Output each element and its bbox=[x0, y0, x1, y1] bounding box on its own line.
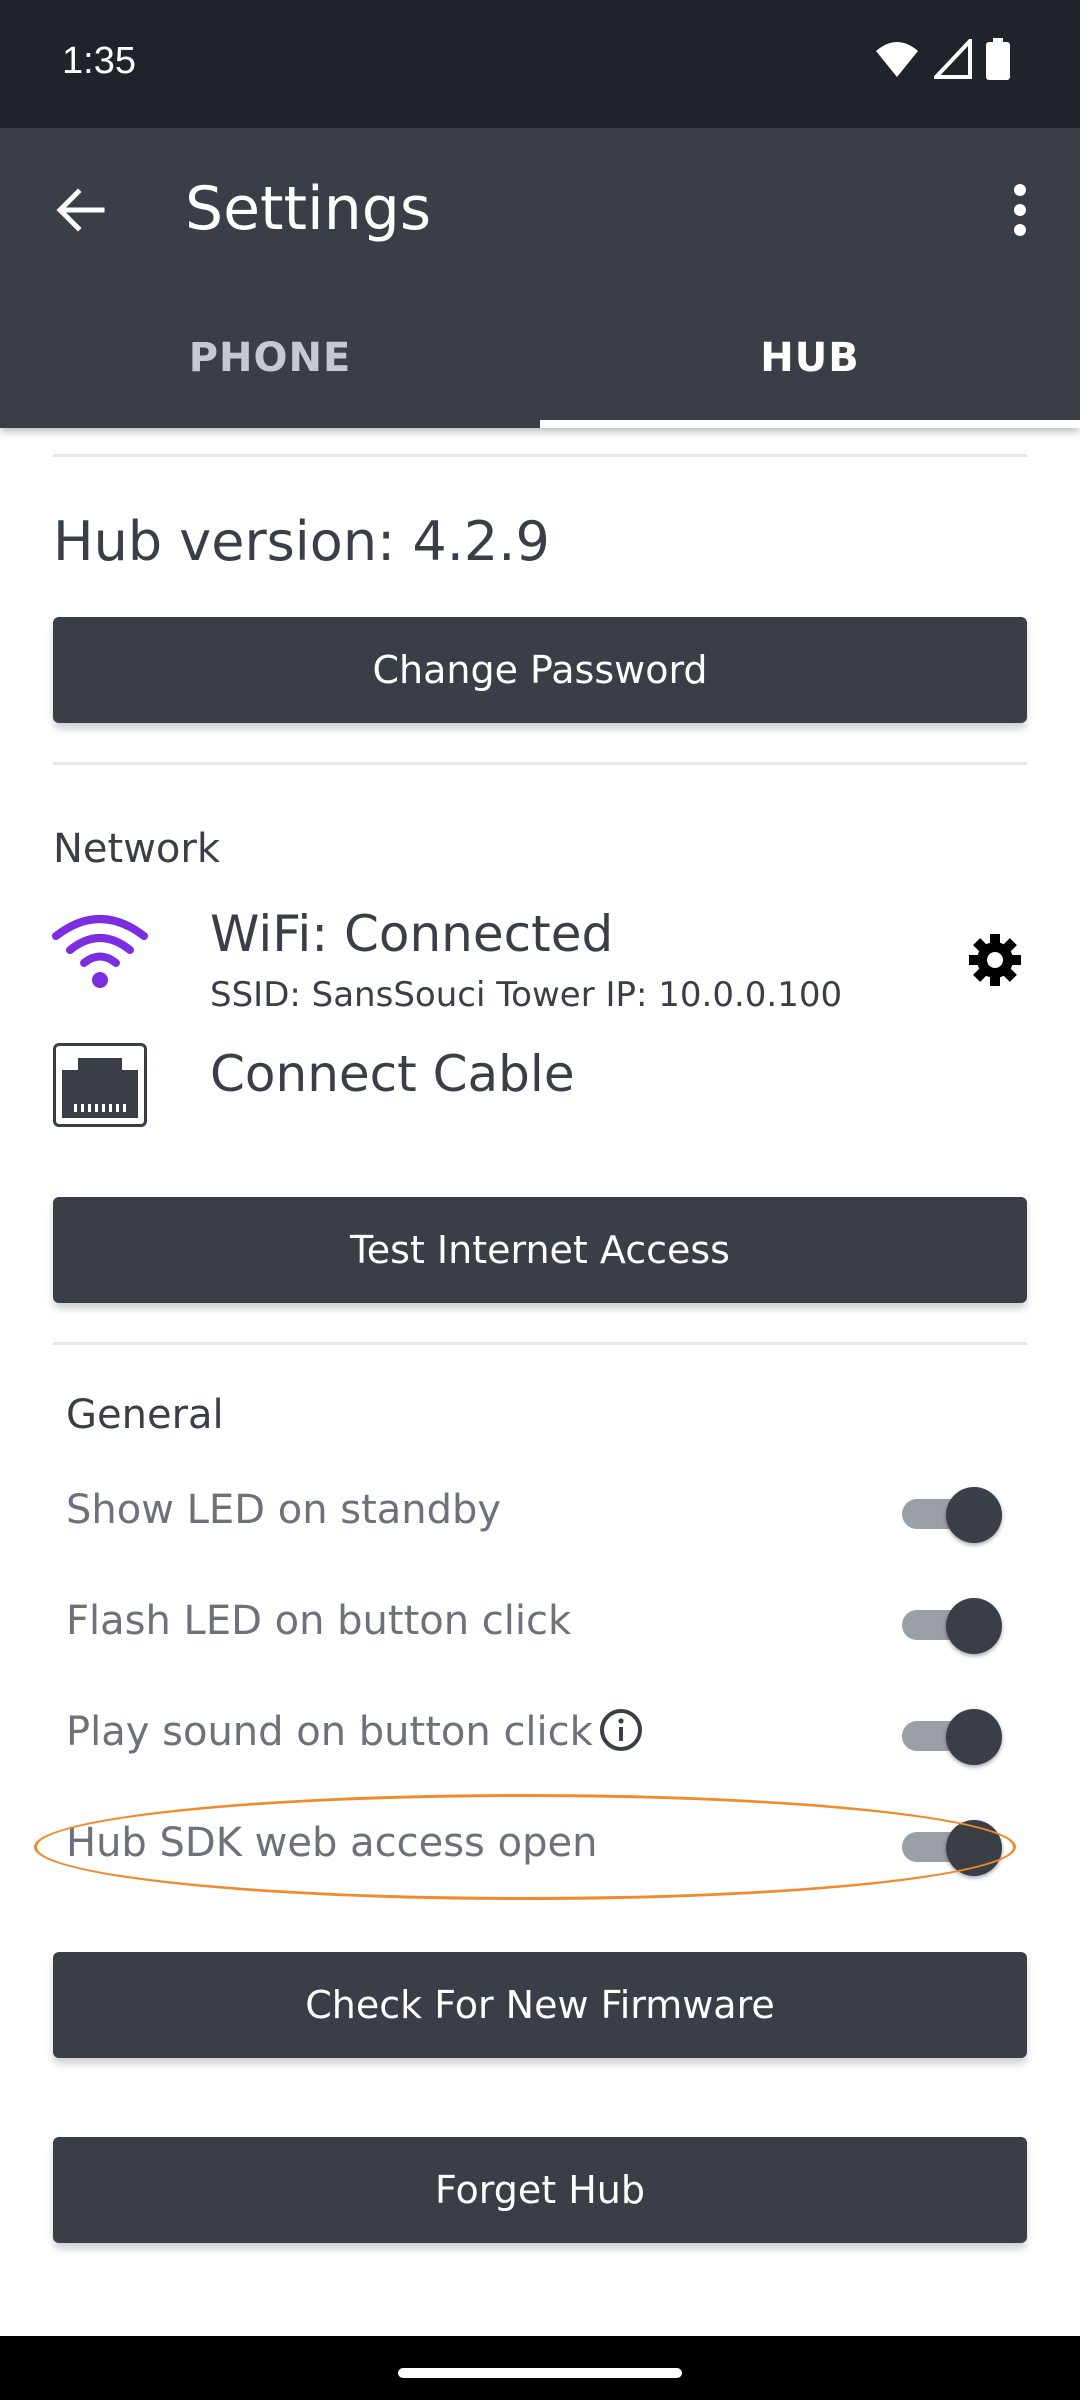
setting-label: Flash LED on button click bbox=[66, 1598, 572, 1644]
battery-icon bbox=[986, 38, 1010, 80]
divider bbox=[53, 454, 1027, 457]
check-firmware-button[interactable]: Check For New Firmware bbox=[53, 1952, 1027, 2058]
app-bar: Settings PHONE HUB bbox=[0, 128, 1080, 428]
overflow-menu-button[interactable] bbox=[990, 170, 1050, 250]
tab-hub[interactable]: HUB bbox=[540, 288, 1080, 428]
show-led-standby-toggle[interactable] bbox=[896, 1485, 1006, 1543]
wifi-details: SSID: SansSouci Tower IP: 10.0.0.100 bbox=[210, 975, 843, 1015]
back-button[interactable] bbox=[40, 170, 120, 250]
navigation-bar bbox=[0, 2336, 1080, 2400]
setting-show-led-standby: Show LED on standby bbox=[66, 1473, 1002, 1553]
hub-version: Hub version: 4.2.9 bbox=[53, 510, 550, 573]
general-section-title: General bbox=[66, 1392, 224, 1438]
test-internet-button[interactable]: Test Internet Access bbox=[53, 1197, 1027, 1303]
tab-phone[interactable]: PHONE bbox=[0, 288, 540, 428]
toggle-knob bbox=[946, 1487, 1002, 1543]
tab-bar: PHONE HUB bbox=[0, 288, 1080, 428]
back-arrow-icon bbox=[56, 188, 105, 232]
setting-label: Show LED on standby bbox=[66, 1487, 502, 1533]
setting-hub-sdk-web-access: Hub SDK web access open bbox=[66, 1806, 1002, 1886]
setting-flash-led-click: Flash LED on button click bbox=[66, 1584, 1002, 1664]
hub-sdk-web-access-toggle[interactable] bbox=[896, 1818, 1006, 1876]
wifi-status: WiFi: Connected bbox=[210, 905, 614, 963]
divider bbox=[53, 762, 1027, 765]
toggle-knob bbox=[946, 1709, 1002, 1765]
setting-label: Hub SDK web access open bbox=[66, 1820, 598, 1866]
forget-hub-button[interactable]: Forget Hub bbox=[53, 2137, 1027, 2243]
info-icon[interactable] bbox=[598, 1707, 644, 1753]
flash-led-click-toggle[interactable] bbox=[896, 1596, 1006, 1654]
home-gesture-handle[interactable] bbox=[398, 2368, 682, 2378]
setting-play-sound-click: Play sound on button click bbox=[66, 1695, 1002, 1775]
network-section-title: Network bbox=[53, 826, 221, 872]
status-icons bbox=[874, 38, 1010, 80]
divider bbox=[53, 1342, 1027, 1345]
more-vert-icon bbox=[1014, 184, 1026, 236]
wifi-settings-button[interactable] bbox=[960, 925, 1030, 995]
connect-cable-label: Connect Cable bbox=[210, 1045, 575, 1103]
status-time: 1:35 bbox=[62, 40, 136, 82]
setting-label: Play sound on button click bbox=[66, 1709, 593, 1755]
play-sound-click-toggle[interactable] bbox=[896, 1707, 1006, 1765]
cell-signal-icon bbox=[934, 39, 972, 79]
wifi-icon bbox=[52, 915, 148, 988]
status-bar: 1:35 bbox=[0, 0, 1080, 128]
toggle-knob bbox=[946, 1598, 1002, 1654]
toggle-knob bbox=[946, 1820, 1002, 1876]
ethernet-icon bbox=[53, 1043, 147, 1127]
gear-icon bbox=[969, 934, 1021, 986]
change-password-button[interactable]: Change Password bbox=[53, 617, 1027, 723]
page-title: Settings bbox=[185, 174, 432, 244]
wifi-signal-icon bbox=[876, 42, 918, 77]
